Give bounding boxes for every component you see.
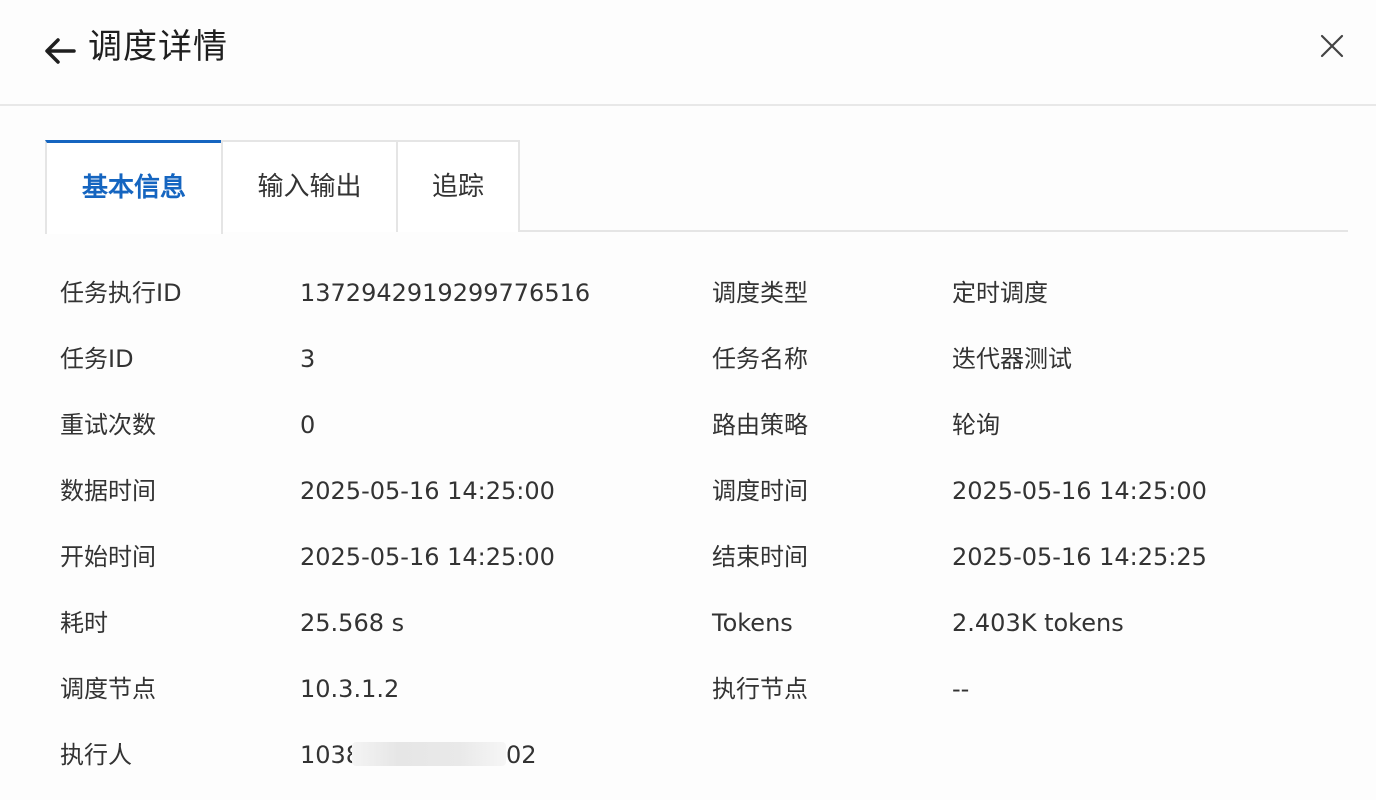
redaction-mask [352, 742, 506, 766]
task-exec-id-label: 任务执行ID [60, 279, 182, 307]
tokens-value: 2.403K tokens [952, 609, 1124, 637]
routing-strategy-label: 路由策略 [712, 411, 808, 439]
tokens-label: Tokens [712, 609, 793, 637]
schedule-node-value: 10.3.1.2 [300, 675, 400, 703]
executor-label: 执行人 [60, 741, 132, 769]
tab-trace[interactable]: 追踪 [396, 140, 520, 232]
start-time-label: 开始时间 [60, 543, 156, 571]
duration-value: 25.568 s [300, 609, 405, 637]
schedule-node-label: 调度节点 [60, 675, 156, 703]
exec-node-label: 执行节点 [712, 675, 808, 703]
back-arrow-icon[interactable] [40, 30, 80, 70]
end-time-value: 2025-05-16 14:25:25 [952, 543, 1207, 571]
page-title: 调度详情 [88, 27, 228, 67]
schedule-type-label: 调度类型 [712, 279, 808, 307]
tab-basic-info[interactable]: 基本信息 [45, 140, 223, 234]
retry-count-label: 重试次数 [60, 411, 156, 439]
tab-bar: 基本信息 输入输出 追踪 [45, 140, 1348, 234]
task-name-label: 任务名称 [712, 345, 808, 373]
close-icon[interactable] [1316, 30, 1348, 62]
task-id-value: 3 [300, 345, 316, 373]
duration-label: 耗时 [60, 609, 108, 637]
retry-count-value: 0 [300, 411, 316, 439]
end-time-label: 结束时间 [712, 543, 808, 571]
data-time-value: 2025-05-16 14:25:00 [300, 477, 555, 505]
schedule-type-value: 定时调度 [952, 279, 1048, 307]
tab-input-output[interactable]: 输入输出 [221, 140, 398, 232]
dialog-header: 调度详情 [0, 0, 1376, 106]
executor-value-suffix: 02 [506, 741, 537, 769]
schedule-time-value: 2025-05-16 14:25:00 [952, 477, 1207, 505]
exec-node-value: -- [952, 675, 970, 703]
data-time-label: 数据时间 [60, 477, 156, 505]
task-exec-id-value: 1372942919299776516 [300, 279, 591, 307]
start-time-value: 2025-05-16 14:25:00 [300, 543, 555, 571]
routing-strategy-value: 轮询 [952, 411, 1000, 439]
task-name-value: 迭代器测试 [952, 345, 1072, 373]
schedule-time-label: 调度时间 [712, 477, 808, 505]
task-id-label: 任务ID [60, 345, 134, 373]
